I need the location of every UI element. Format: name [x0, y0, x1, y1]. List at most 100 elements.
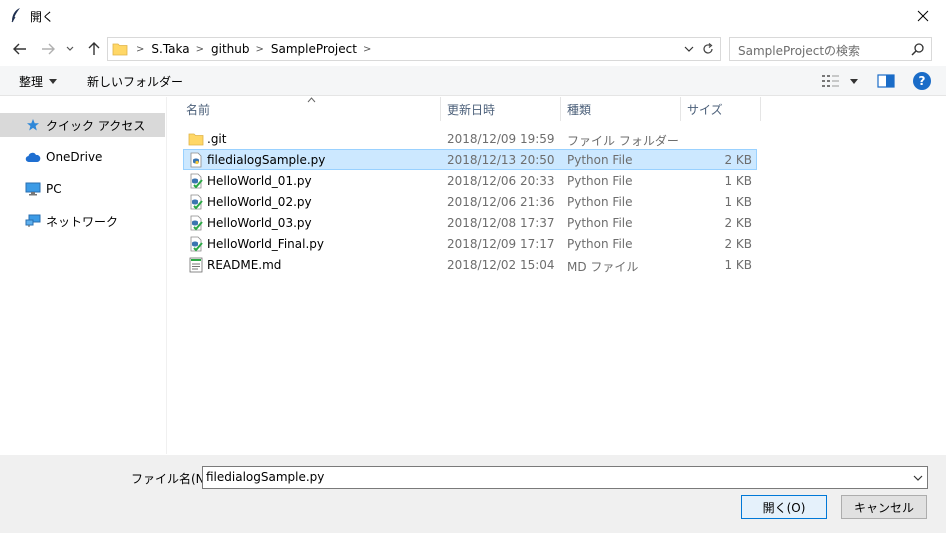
column-header-name[interactable]: 名前: [180, 97, 441, 121]
back-button[interactable]: [9, 38, 31, 60]
column-header-label: 種類: [567, 102, 592, 117]
folder-icon: [188, 133, 204, 146]
address-bar[interactable]: > S.Taka > github > SampleProject >: [107, 37, 721, 61]
file-type: Python File: [567, 216, 633, 230]
recent-locations-button[interactable]: [62, 38, 78, 60]
search-input[interactable]: SampleProjectの検索: [729, 37, 932, 61]
breadcrumb: > S.Taka > github > SampleProject >: [130, 38, 378, 60]
file-size: 2 KB: [724, 153, 752, 167]
column-header-label: 更新日時: [447, 102, 496, 117]
help-icon[interactable]: ?: [913, 72, 931, 90]
sidebar-item-onedrive[interactable]: OneDrive: [0, 145, 165, 169]
chevron-down-icon: [684, 46, 694, 52]
file-name: README.md: [207, 258, 282, 272]
file-type: Python File: [567, 195, 633, 209]
window-title: 開く: [30, 10, 55, 24]
file-list: 名前 更新日時 種類 サイズ .git 2018/12/09 19:59 ファイ…: [168, 97, 946, 454]
file-row-helloworld-02[interactable]: HelloWorld_02.py 2018/12/06 21:36 Python…: [183, 191, 757, 212]
file-date: 2018/12/08 17:37: [447, 216, 555, 230]
star-icon: [24, 117, 42, 133]
file-name: HelloWorld_Final.py: [207, 237, 324, 251]
breadcrumb-item[interactable]: S.Taka: [151, 42, 189, 56]
breadcrumb-separator[interactable]: >: [363, 44, 371, 55]
arrow-up-icon: [88, 42, 100, 55]
file-name: HelloWorld_03.py: [207, 216, 312, 230]
file-date: 2018/12/13 20:50: [447, 153, 555, 167]
column-header-size[interactable]: サイズ: [681, 97, 761, 121]
breadcrumb-item[interactable]: SampleProject: [271, 42, 357, 56]
file-type: Python File: [567, 174, 633, 188]
file-type: ファイル フォルダー: [567, 134, 679, 148]
breadcrumb-separator[interactable]: >: [196, 44, 204, 55]
python-file-icon: [190, 152, 202, 168]
sidebar-item-quick-access[interactable]: クイック アクセス: [0, 113, 165, 137]
cancel-button[interactable]: キャンセル: [841, 495, 927, 519]
breadcrumb-separator[interactable]: >: [256, 44, 264, 55]
file-name: HelloWorld_02.py: [207, 195, 312, 209]
file-name: .git: [207, 132, 227, 146]
close-icon: [917, 10, 929, 21]
file-size: 1 KB: [724, 258, 752, 272]
filename-input[interactable]: filedialogSample.py: [202, 466, 928, 489]
file-date: 2018/12/06 21:36: [447, 195, 555, 209]
file-row-helloworld-03[interactable]: HelloWorld_03.py 2018/12/08 17:37 Python…: [183, 212, 757, 233]
file-row-filedialogsample[interactable]: filedialogSample.py 2018/12/13 20:50 Pyt…: [183, 149, 757, 170]
file-size: 2 KB: [724, 237, 752, 251]
cloud-icon: [24, 149, 42, 165]
chevron-down-icon: [913, 475, 923, 481]
breadcrumb-item[interactable]: github: [211, 42, 249, 56]
sidebar-item-label: クイック アクセス: [46, 118, 146, 133]
column-header-label: 名前: [186, 102, 211, 117]
up-button[interactable]: [83, 38, 105, 60]
file-row-helloworld-final[interactable]: HelloWorld_Final.py 2018/12/09 17:17 Pyt…: [183, 233, 757, 254]
network-icon: [24, 213, 42, 229]
title-bar: 開く: [0, 0, 946, 31]
file-size: 2 KB: [724, 216, 752, 230]
sidebar-item-label: ネットワーク: [46, 214, 119, 229]
file-name: HelloWorld_01.py: [207, 174, 312, 188]
search-icon[interactable]: [911, 42, 925, 56]
address-dropdown-button[interactable]: [682, 41, 696, 57]
breadcrumb-separator[interactable]: >: [136, 44, 144, 55]
monitor-icon: [24, 181, 42, 197]
column-header-label: サイズ: [687, 102, 723, 117]
close-button[interactable]: [900, 0, 946, 31]
sidebar-item-network[interactable]: ネットワーク: [0, 209, 165, 233]
filename-dropdown-button[interactable]: [911, 470, 925, 486]
chevron-down-icon: [66, 46, 74, 51]
filename-value: filedialogSample.py: [206, 470, 325, 484]
file-date: 2018/12/09 17:17: [447, 237, 555, 251]
change-view-button[interactable]: [822, 73, 860, 89]
sidebar-item-label: OneDrive: [46, 150, 103, 164]
refresh-button[interactable]: [700, 41, 716, 57]
file-row-helloworld-01[interactable]: HelloWorld_01.py 2018/12/06 20:33 Python…: [183, 170, 757, 191]
file-name: filedialogSample.py: [207, 153, 326, 167]
python-file-icon: [190, 215, 203, 231]
file-type: MD ファイル: [567, 260, 639, 274]
column-header-date[interactable]: 更新日時: [441, 97, 561, 121]
file-row-readme[interactable]: README.md 2018/12/02 15:04 MD ファイル 1 KB: [183, 254, 757, 275]
organize-button[interactable]: 整理: [19, 73, 58, 90]
forward-button[interactable]: [37, 38, 59, 60]
file-row-git[interactable]: .git 2018/12/09 19:59 ファイル フォルダー: [183, 128, 757, 149]
open-button[interactable]: 開く(O): [741, 495, 827, 519]
new-folder-button[interactable]: 新しいフォルダー: [87, 73, 183, 90]
file-type: Python File: [567, 237, 633, 251]
caret-down-icon: [49, 79, 58, 84]
python-file-icon: [190, 194, 203, 210]
column-header-type[interactable]: 種類: [561, 97, 681, 121]
details-view-icon: [822, 75, 839, 87]
file-type: Python File: [567, 153, 633, 167]
file-size: 1 KB: [724, 195, 752, 209]
markdown-file-icon: [189, 257, 203, 273]
arrow-left-icon: [13, 43, 26, 55]
file-size: 1 KB: [724, 174, 752, 188]
dialog-footer: ファイル名(N): filedialogSample.py 開く(O) キャンセ…: [0, 455, 946, 533]
search-placeholder: SampleProjectの検索: [738, 44, 861, 58]
folder-icon: [112, 43, 128, 56]
file-date: 2018/12/06 20:33: [447, 174, 555, 188]
sidebar-item-pc[interactable]: PC: [0, 177, 165, 201]
preview-pane-icon[interactable]: [877, 73, 895, 89]
sort-ascending-icon: [307, 97, 316, 103]
feather-icon: [11, 8, 20, 23]
